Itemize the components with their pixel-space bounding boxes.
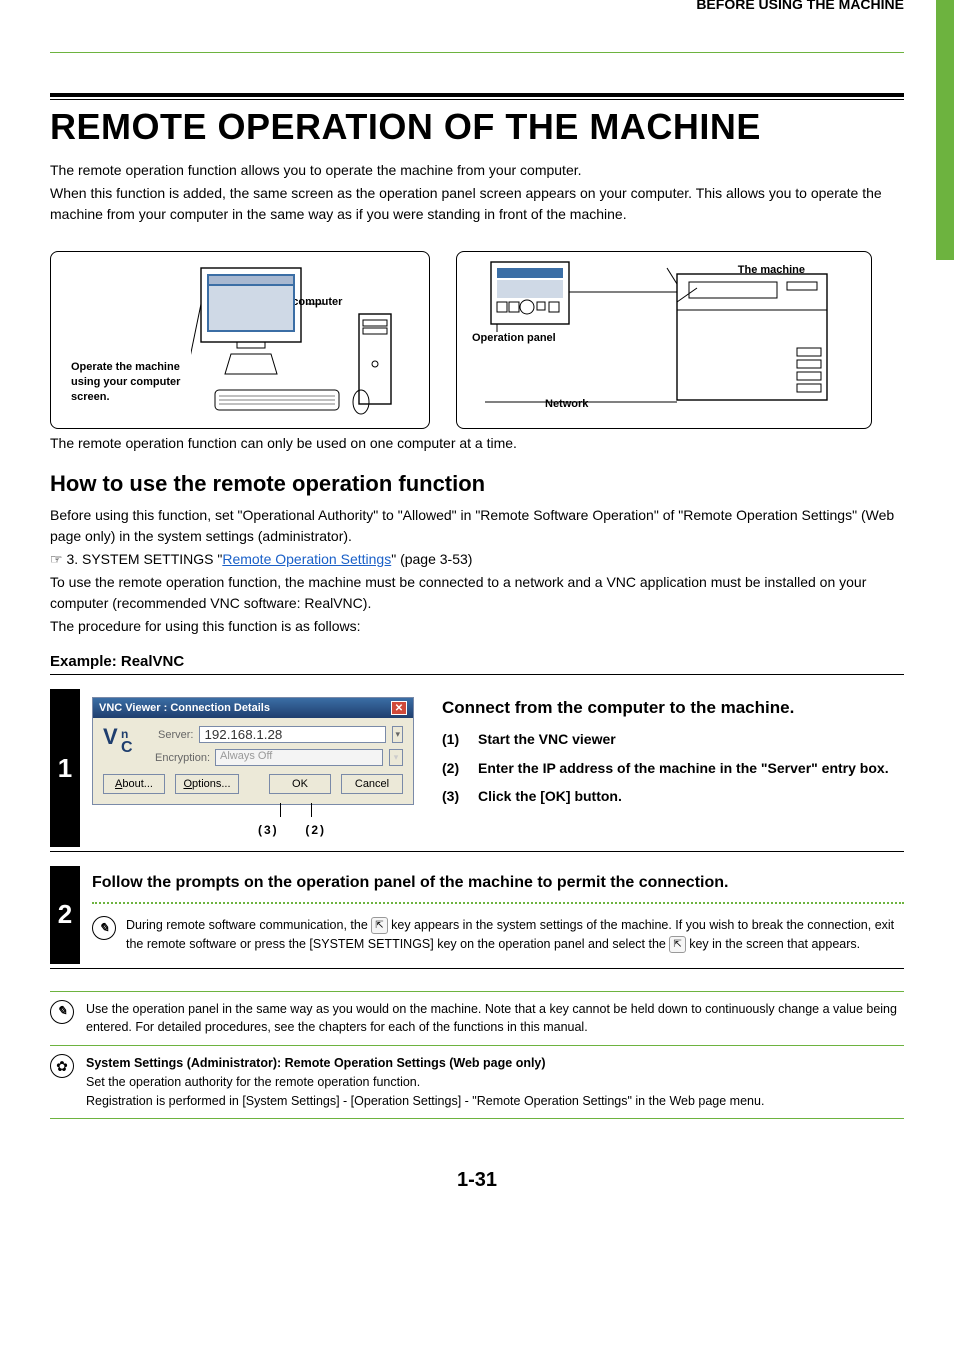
thin-rule-1 bbox=[50, 674, 904, 675]
ref-prefix: ☞ 3. SYSTEM SETTINGS " bbox=[50, 551, 222, 567]
substep-3-text: Click the [OK] button. bbox=[478, 785, 622, 807]
body-paragraph-1: Before using this function, set "Operati… bbox=[50, 505, 904, 547]
link-remote-operation-settings[interactable]: Remote Operation Settings bbox=[222, 551, 391, 567]
breadcrumb: BEFORE USING THE MACHINE bbox=[50, 0, 904, 12]
example-heading: Example: RealVNC bbox=[50, 653, 904, 670]
encryption-select[interactable]: Always Off bbox=[215, 749, 383, 766]
title-rule-top bbox=[50, 93, 904, 97]
svg-text:V: V bbox=[103, 724, 118, 749]
step-2-body: During remote software communication, th… bbox=[126, 916, 904, 954]
note-under-diagram: The remote operation function can only b… bbox=[50, 435, 904, 451]
dropdown-icon[interactable]: ▾ bbox=[389, 749, 403, 766]
substep-3-num: (3) bbox=[442, 785, 468, 807]
intro-paragraph-1: The remote operation function allows you… bbox=[50, 160, 904, 181]
note-icon: ✎ bbox=[92, 916, 116, 940]
computer-icon bbox=[191, 262, 411, 422]
remote-key-icon: ⇱ bbox=[669, 936, 685, 953]
gear-icon: ✿ bbox=[50, 1054, 74, 1078]
diagram-box-machine: The machine Operation panel Network bbox=[456, 251, 872, 429]
info-note-1: ✎ Use the operation panel in the same wa… bbox=[50, 991, 904, 1047]
thin-rule-2 bbox=[50, 851, 904, 852]
ok-button[interactable]: OK bbox=[269, 774, 331, 794]
vnc-dialog-titlebar: VNC Viewer : Connection Details ✕ bbox=[93, 698, 413, 718]
body-paragraph-3: To use the remote operation function, th… bbox=[50, 572, 904, 614]
side-accent-bar bbox=[936, 0, 954, 260]
callout-2: (2) bbox=[305, 823, 326, 837]
title-rule-mid bbox=[50, 99, 904, 100]
label-operate-msg: Operate the machine using your computer … bbox=[71, 360, 181, 405]
options-button[interactable]: Options... bbox=[175, 774, 239, 794]
info-note-1-text: Use the operation panel in the same way … bbox=[86, 1000, 904, 1038]
substep-1-text: Start the VNC viewer bbox=[478, 728, 616, 750]
vnc-dialog-figure: VNC Viewer : Connection Details ✕ VnC Se… bbox=[92, 697, 422, 837]
vnc-dialog-title: VNC Viewer : Connection Details bbox=[99, 702, 270, 714]
remote-key-icon: ⇱ bbox=[371, 917, 387, 934]
about-button[interactable]: AAbout...bout... bbox=[103, 774, 165, 794]
info-note-2-line-1: Set the operation authority for the remo… bbox=[86, 1075, 420, 1089]
intro-paragraph-2: When this function is added, the same sc… bbox=[50, 183, 904, 225]
server-label: Server: bbox=[155, 729, 193, 741]
close-icon[interactable]: ✕ bbox=[391, 701, 407, 715]
vnc-dialog: VNC Viewer : Connection Details ✕ VnC Se… bbox=[92, 697, 414, 805]
dashed-rule bbox=[92, 902, 904, 904]
header-rule bbox=[50, 52, 904, 53]
ref-suffix: " (page 3-53) bbox=[391, 551, 472, 567]
encryption-label: Encryption: bbox=[155, 752, 209, 764]
dropdown-icon[interactable]: ▾ bbox=[392, 726, 403, 743]
step-2-heading: Follow the prompts on the operation pane… bbox=[92, 874, 904, 892]
svg-text:C: C bbox=[121, 739, 133, 756]
vnc-logo-icon: VnC bbox=[103, 724, 143, 758]
step-1-block: 1 VNC Viewer : Connection Details ✕ VnC … bbox=[50, 689, 904, 847]
body-paragraph-4: The procedure for using this function is… bbox=[50, 616, 904, 637]
substep-2-num: (2) bbox=[442, 757, 468, 779]
page-number: 1-31 bbox=[50, 1169, 904, 1192]
step-1-heading: Connect from the computer to the machine… bbox=[442, 697, 904, 718]
substep-2-text: Enter the IP address of the machine in t… bbox=[478, 757, 889, 779]
substep-1-num: (1) bbox=[442, 728, 468, 750]
cancel-button[interactable]: Cancel bbox=[341, 774, 403, 794]
callout-3: (3) bbox=[258, 823, 279, 837]
server-input[interactable] bbox=[199, 726, 386, 743]
thin-rule-3 bbox=[50, 968, 904, 969]
step-2-block: 2 Follow the prompts on the operation pa… bbox=[50, 866, 904, 964]
body-paragraph-2: ☞ 3. SYSTEM SETTINGS "Remote Operation S… bbox=[50, 549, 904, 570]
note-icon: ✎ bbox=[50, 1000, 74, 1024]
step-1-number: 1 bbox=[50, 689, 80, 847]
info-note-2: ✿ System Settings (Administrator): Remot… bbox=[50, 1046, 904, 1119]
callout-numbers: (3) (2) bbox=[92, 823, 422, 837]
info-note-2-line-2: Registration is performed in [System Set… bbox=[86, 1094, 764, 1108]
machine-icon bbox=[467, 258, 863, 422]
page-title: REMOTE OPERATION OF THE MACHINE bbox=[50, 106, 904, 148]
diagram-box-computer: Your computer Operate the machine using … bbox=[50, 251, 430, 429]
subheading-how-to-use: How to use the remote operation function bbox=[50, 471, 904, 497]
step-2-number: 2 bbox=[50, 866, 80, 964]
diagram-row: Your computer Operate the machine using … bbox=[50, 251, 904, 429]
info-note-2-heading: System Settings (Administrator): Remote … bbox=[86, 1056, 546, 1070]
